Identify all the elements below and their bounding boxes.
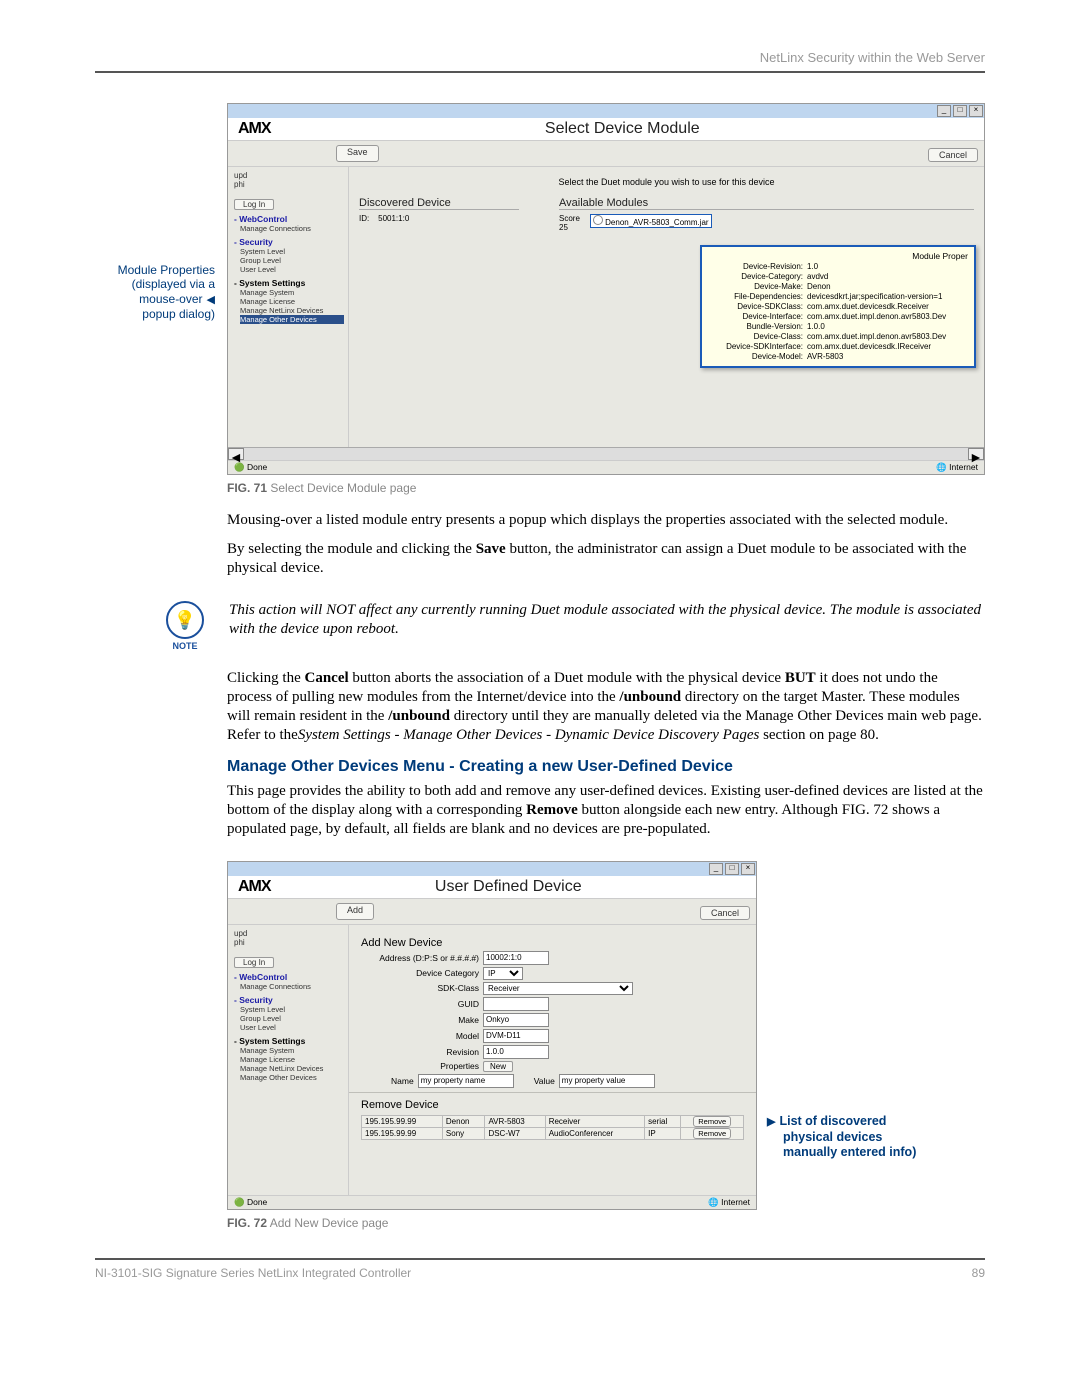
status-done: 🟢 Done	[234, 462, 267, 473]
fig72-screenshot: _ □ × AMX User Defined Device Add Cancel	[227, 861, 757, 1210]
callout-list-of-devices: List of discovered physical devices manu…	[767, 1114, 967, 1159]
sidebar-item-webcontrol[interactable]: - WebControl	[234, 214, 344, 224]
sidebar-item-manage-other-devices[interactable]: Manage Other Devices	[240, 315, 344, 324]
add-button[interactable]: Add	[336, 903, 374, 920]
remove-button[interactable]: Remove	[693, 1116, 731, 1127]
page-title: User Defined Device	[271, 878, 746, 896]
sidebar-item-security[interactable]: - Security	[234, 995, 344, 1005]
table-row: 195.195.99.99SonyDSC-W7AudioConferencerI…	[362, 1127, 744, 1139]
page-header: NetLinx Security within the Web Server	[95, 50, 985, 73]
table-row: 195.195.99.99DenonAVR-5803Receiverserial…	[362, 1115, 744, 1127]
module-row[interactable]: Denon_AVR-5803_Comm.jar	[590, 214, 712, 228]
close-icon[interactable]: ×	[741, 863, 755, 875]
sdk-class-select[interactable]: Receiver	[483, 982, 633, 995]
sidebar-item-system-settings[interactable]: - System Settings	[234, 1036, 344, 1046]
property-name-field[interactable]	[418, 1074, 514, 1088]
sidebar-item-security[interactable]: - Security	[234, 237, 344, 247]
sidebar-item-manage-netlinx-devices[interactable]: Manage NetLinx Devices	[240, 306, 344, 315]
paragraph-4: This page provides the ability to both a…	[227, 782, 985, 838]
fig71-caption: FIG. 71 Select Device Module page	[227, 481, 985, 495]
device-category-select[interactable]: IP	[483, 967, 523, 980]
sidebar-item-user-level[interactable]: User Level	[240, 265, 344, 274]
cancel-button[interactable]: Cancel	[700, 906, 750, 920]
sidebar: upd phi Log In - WebControl Manage Conne…	[228, 925, 349, 1195]
fig72-caption: FIG. 72 Add New Device page	[227, 1216, 757, 1230]
add-new-device-heading: Add New Device	[361, 937, 744, 949]
note-label: NOTE	[155, 641, 215, 651]
device-table: 195.195.99.99DenonAVR-5803Receiverserial…	[361, 1115, 744, 1140]
sidebar: upd phi Log In - WebControl Manage Conne…	[228, 167, 349, 447]
sidebar-item-system-level[interactable]: System Level	[240, 247, 344, 256]
section-heading: Manage Other Devices Menu - Creating a n…	[227, 758, 985, 776]
revision-field[interactable]	[483, 1045, 549, 1059]
amx-logo: AMX	[238, 120, 271, 138]
module-properties-popup: Module Proper Device-Revision:1.0 Device…	[700, 245, 976, 368]
cancel-button[interactable]: Cancel	[928, 148, 978, 162]
maximize-icon[interactable]: □	[725, 863, 739, 875]
page-number: 89	[972, 1266, 985, 1280]
lightbulb-icon: 💡	[166, 601, 204, 639]
sidebar-item-group-level[interactable]: Group Level	[240, 256, 344, 265]
property-value-field[interactable]	[559, 1074, 655, 1088]
fig71-screenshot: _ □ × AMX Select Device Module Save Canc…	[227, 103, 985, 475]
remove-device-heading: Remove Device	[361, 1099, 744, 1111]
status-internet: 🌐 Internet	[708, 1197, 750, 1208]
discovered-device-heading: Discovered Device	[359, 197, 519, 210]
save-button[interactable]: Save	[336, 145, 379, 162]
minimize-icon[interactable]: _	[937, 105, 951, 117]
page-title: Select Device Module	[271, 120, 974, 138]
maximize-icon[interactable]: □	[953, 105, 967, 117]
new-property-button[interactable]: New	[483, 1061, 513, 1072]
make-field[interactable]	[483, 1013, 549, 1027]
page-footer: NI-3101-SIG Signature Series NetLinx Int…	[95, 1258, 985, 1280]
instruction-label: Select the Duet module you wish to use f…	[359, 177, 974, 187]
available-modules-heading: Available Modules	[559, 197, 974, 210]
address-field[interactable]	[483, 951, 549, 965]
login-button[interactable]: Log In	[234, 199, 274, 210]
sidebar-item-manage-license[interactable]: Manage License	[240, 297, 344, 306]
minimize-icon[interactable]: _	[709, 863, 723, 875]
sidebar-item-webcontrol[interactable]: - WebControl	[234, 972, 344, 982]
sidebar-item-system-settings[interactable]: - System Settings	[234, 278, 344, 288]
status-done: 🟢 Done	[234, 1197, 267, 1208]
note-text: This action will NOT affect any currentl…	[229, 601, 985, 639]
remove-button[interactable]: Remove	[693, 1128, 731, 1139]
close-icon[interactable]: ×	[969, 105, 983, 117]
amx-logo: AMX	[238, 878, 271, 896]
sidebar-item-manage-system[interactable]: Manage System	[240, 288, 344, 297]
login-button[interactable]: Log In	[234, 957, 274, 968]
sidebar-item-manage-connections[interactable]: Manage Connections	[240, 224, 344, 233]
paragraph-3: Clicking the Cancel button aborts the as…	[227, 669, 985, 744]
paragraph-2: By selecting the module and clicking the…	[227, 540, 985, 578]
status-internet: 🌐 Internet	[936, 462, 978, 473]
guid-field[interactable]	[483, 997, 549, 1011]
horizontal-scrollbar[interactable]: ◄►	[228, 447, 984, 460]
paragraph-1: Mousing-over a listed module entry prese…	[227, 511, 985, 530]
model-field[interactable]	[483, 1029, 549, 1043]
callout-module-properties: Module Properties (displayed via a mouse…	[95, 263, 215, 321]
